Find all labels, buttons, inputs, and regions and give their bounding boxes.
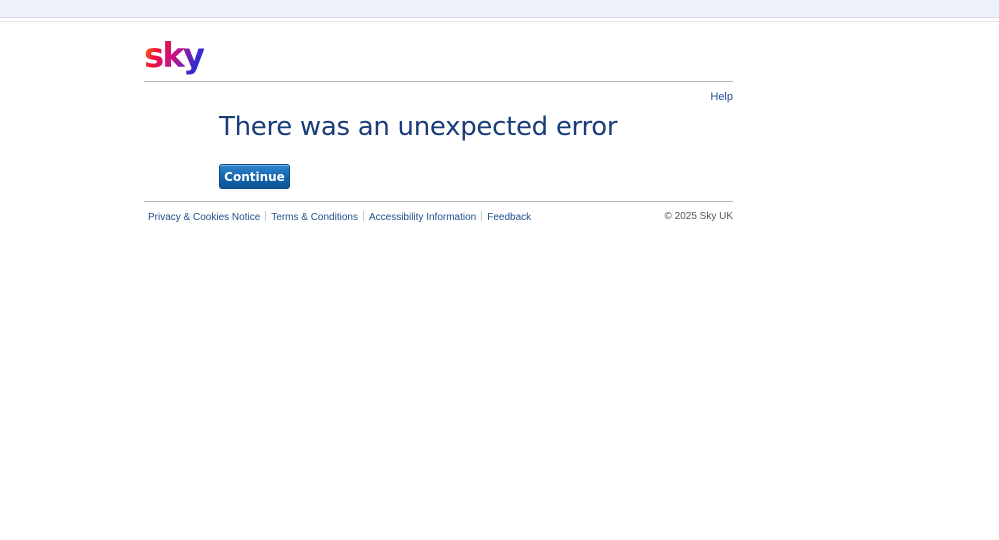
header-divider: [144, 81, 733, 82]
footer-links: Privacy & Cookies Notice Terms & Conditio…: [148, 211, 531, 223]
footer-divider: [144, 201, 733, 202]
browser-divider: [0, 21, 999, 22]
privacy-cookies-link[interactable]: Privacy & Cookies Notice: [148, 212, 260, 223]
browser-toolbar-strip: [0, 0, 999, 18]
footer-separator: [265, 211, 267, 221]
sky-logo[interactable]: sky: [144, 38, 204, 78]
footer-separator: [362, 211, 364, 221]
error-title: There was an unexpected error: [219, 112, 618, 142]
accessibility-information-link[interactable]: Accessibility Information: [369, 212, 476, 223]
footer-separator: [481, 211, 483, 221]
svg-text:sky: sky: [144, 38, 204, 76]
terms-conditions-link[interactable]: Terms & Conditions: [271, 212, 358, 223]
copyright-text: © 2025 Sky UK: [664, 211, 733, 222]
help-link[interactable]: Help: [710, 91, 733, 103]
continue-button[interactable]: Continue: [219, 164, 290, 189]
feedback-link[interactable]: Feedback: [487, 212, 531, 223]
